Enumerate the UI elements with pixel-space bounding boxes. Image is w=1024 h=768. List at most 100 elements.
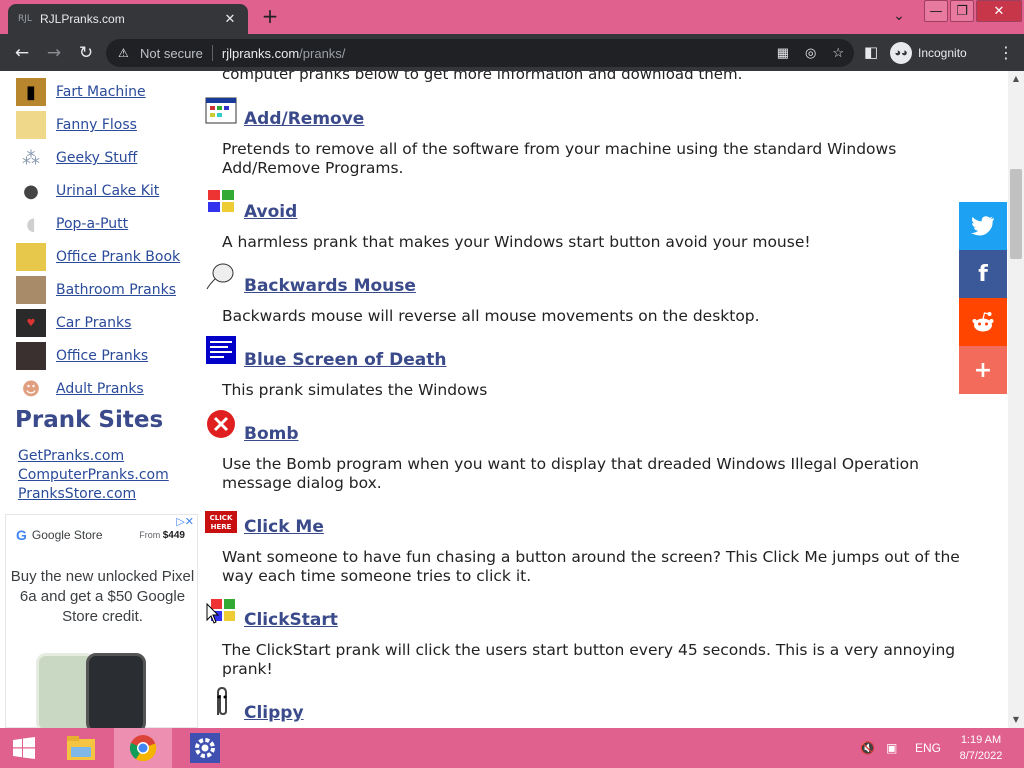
reload-icon[interactable]: ↻ xyxy=(73,40,99,66)
prank-title-blue-screen[interactable]: Blue Screen of Death xyxy=(244,350,446,370)
scroll-thumb[interactable] xyxy=(1010,169,1022,259)
prank-desc-bomb: Use the Bomb program when you want to di… xyxy=(222,455,919,492)
google-store-ad[interactable]: ▷✕ G Google Store From $449 Buy the new … xyxy=(5,514,198,728)
eye-slash-icon[interactable]: ◎ xyxy=(805,45,816,61)
sidebar-item-label[interactable]: Urinal Cake Kit xyxy=(56,183,159,199)
prank-title-backwards-mouse[interactable]: Backwards Mouse xyxy=(244,276,416,296)
window-minimize-button[interactable]: — xyxy=(924,0,948,22)
sidebar-item-label[interactable]: Car Pranks xyxy=(56,315,131,331)
window-restore-button[interactable]: ❐ xyxy=(950,0,974,22)
system-clock[interactable]: 1:19 AM 8/7/2022 xyxy=(946,732,1016,764)
twitter-share-icon[interactable] xyxy=(959,202,1007,250)
pop-a-putt-thumb-icon: ◖ xyxy=(26,213,36,235)
settings-gear-icon[interactable] xyxy=(176,728,234,768)
page-scrollbar[interactable]: ▲ ▼ xyxy=(1008,71,1024,728)
office-pranks-thumb-icon xyxy=(16,342,46,370)
sidebar-item-label[interactable]: Geeky Stuff xyxy=(56,150,137,166)
sidebar-item-label[interactable]: Fart Machine xyxy=(56,84,146,100)
scroll-down-arrow-icon[interactable]: ▼ xyxy=(1008,712,1024,728)
sidebar-item-label[interactable]: Fanny Floss xyxy=(56,117,137,133)
volume-muted-icon[interactable]: 🔇 xyxy=(860,728,875,768)
sidebar-item-adult-pranks[interactable]: ☻ Adult Pranks xyxy=(16,374,144,404)
prank-title-bomb[interactable]: Bomb xyxy=(244,424,299,444)
windows-flag-icon xyxy=(205,186,237,216)
reddit-share-icon[interactable] xyxy=(959,298,1007,346)
sidebar-item-fanny-floss[interactable]: Fanny Floss xyxy=(16,110,137,140)
sidebar-item-label[interactable]: Bathroom Pranks xyxy=(56,282,176,298)
urinal-cake-thumb-icon: ● xyxy=(23,180,39,202)
prank-title-click-me[interactable]: Click Me xyxy=(244,517,324,537)
ad-brand-label: Google Store xyxy=(31,528,103,542)
language-indicator[interactable]: ENG xyxy=(915,728,941,768)
prank-desc-add-remove: Pretends to remove all of the software f… xyxy=(222,140,897,177)
prank-title-clickstart[interactable]: ClickStart xyxy=(244,610,338,630)
click-here-icon: CLICK HERE xyxy=(205,507,237,537)
fanny-floss-thumb-icon xyxy=(16,111,46,139)
chrome-taskbar-icon[interactable] xyxy=(114,728,172,768)
windows-start-icon[interactable] xyxy=(0,728,48,768)
adult-pranks-thumb-icon: ☻ xyxy=(21,378,41,400)
qr-code-icon[interactable]: ▦ xyxy=(777,45,789,61)
bookmark-star-icon[interactable]: ☆ xyxy=(832,45,844,61)
tab-rjlpranks[interactable]: RJL RJLPranks.com ✕ xyxy=(8,4,248,34)
ad-brand: G Google Store xyxy=(16,527,103,543)
site-link-computerpranks[interactable]: ComputerPranks.com xyxy=(18,467,169,483)
ad-price: From $449 xyxy=(139,530,185,541)
sidebar-item-geeky-stuff[interactable]: ⁂ Geeky Stuff xyxy=(16,143,137,173)
sidebar-item-office-pranks[interactable]: Office Pranks xyxy=(16,341,148,371)
warning-triangle-icon[interactable]: ⚠ xyxy=(118,46,140,60)
incognito-badge[interactable]: ◕◕ Incognito xyxy=(890,42,967,64)
bathroom-pranks-thumb-icon xyxy=(16,276,46,304)
ad-close-icon[interactable]: ▷✕ xyxy=(176,515,194,528)
geeky-stuff-thumb-icon: ⁂ xyxy=(22,147,40,169)
not-secure-label[interactable]: Not secure xyxy=(140,46,203,61)
new-tab-button[interactable]: + xyxy=(258,5,282,29)
sidebar-item-label[interactable]: Adult Pranks xyxy=(56,381,144,397)
sidebar-item-pop-a-putt[interactable]: ◖ Pop-a-Putt xyxy=(16,209,128,239)
tab-strip: RJL RJLPranks.com ✕ + ⌄ — ❐ ✕ xyxy=(0,0,1024,34)
browser-toolbar: ← → ↻ ⚠ Not secure rjlpranks.com/pranks/… xyxy=(0,34,1024,71)
tab-title: RJLPranks.com xyxy=(40,12,125,26)
address-bar[interactable]: ⚠ Not secure rjlpranks.com/pranks/ ▦ ◎ ☆ xyxy=(106,39,854,67)
sidebar-item-urinal-cake[interactable]: ● Urinal Cake Kit xyxy=(16,176,159,206)
back-arrow-icon[interactable]: ← xyxy=(9,40,35,66)
url-host[interactable]: rjlpranks.com xyxy=(222,46,299,61)
pixel-phone-image xyxy=(86,653,146,728)
site-favicon: RJL xyxy=(18,14,32,24)
prank-sites-heading: Prank Sites xyxy=(15,407,164,433)
sidebar-item-fart-machine[interactable]: ▮ Fart Machine xyxy=(16,77,146,107)
site-link-getpranks[interactable]: GetPranks.com xyxy=(18,448,124,464)
add-remove-icon xyxy=(205,95,237,125)
sidebar-item-label[interactable]: Office Pranks xyxy=(56,348,148,364)
sidebar-item-label[interactable]: Office Prank Book xyxy=(56,249,180,265)
google-logo-icon: G xyxy=(16,527,27,543)
url-path[interactable]: /pranks/ xyxy=(299,46,345,61)
facebook-share-icon[interactable]: f xyxy=(959,250,1007,298)
sidebar-item-office-prank-book[interactable]: Office Prank Book xyxy=(16,242,180,272)
omnibox-divider xyxy=(211,45,213,61)
prank-title-add-remove[interactable]: Add/Remove xyxy=(244,109,364,129)
omnibox-icons: ▦ ◎ ☆ xyxy=(777,45,844,61)
scroll-up-arrow-icon[interactable]: ▲ xyxy=(1008,71,1024,87)
network-icon[interactable]: ▣ xyxy=(886,728,897,768)
tab-close-icon[interactable]: ✕ xyxy=(222,12,238,27)
prank-title-avoid[interactable]: Avoid xyxy=(244,202,297,222)
tab-search-chevron-icon[interactable]: ⌄ xyxy=(888,5,910,27)
side-panel-icon[interactable]: ◧ xyxy=(864,43,878,61)
prank-desc-click-me: Want someone to have fun chasing a butto… xyxy=(222,548,960,585)
forward-arrow-icon[interactable]: → xyxy=(41,40,67,66)
prank-desc-avoid: A harmless prank that makes your Windows… xyxy=(222,233,811,251)
window-close-button[interactable]: ✕ xyxy=(976,0,1022,22)
ad-text: Buy the new unlocked Pixel 6a and get a … xyxy=(10,568,195,625)
more-share-icon[interactable]: + xyxy=(959,346,1007,394)
office-prank-book-thumb-icon xyxy=(16,243,46,271)
mouse-icon xyxy=(205,261,237,291)
sidebar-item-car-pranks[interactable]: ♥ Car Pranks xyxy=(16,308,131,338)
sidebar-item-label[interactable]: Pop-a-Putt xyxy=(56,216,128,232)
file-explorer-icon[interactable] xyxy=(52,728,110,768)
prank-title-clippy[interactable]: Clippy xyxy=(244,703,304,723)
site-link-pranksstore[interactable]: PranksStore.com xyxy=(18,486,136,502)
car-pranks-thumb-icon: ♥ xyxy=(16,309,46,337)
kebab-menu-icon[interactable]: ⋮ xyxy=(998,43,1014,62)
sidebar-item-bathroom-pranks[interactable]: Bathroom Pranks xyxy=(16,275,176,305)
